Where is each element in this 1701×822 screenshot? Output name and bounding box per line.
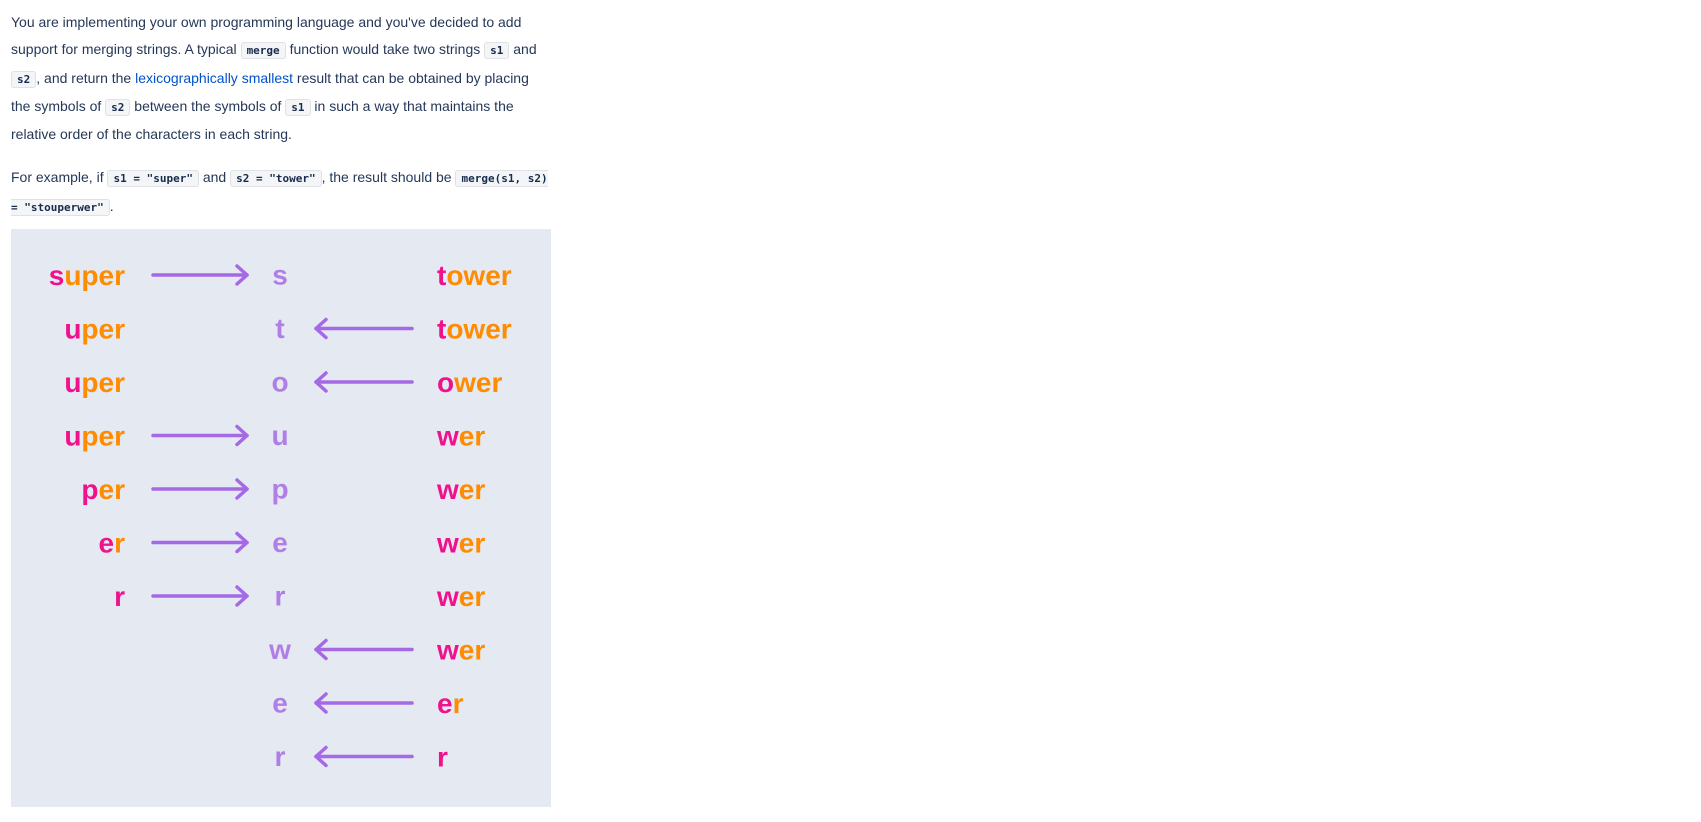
- arrow-right-4: [151, 424, 249, 447]
- output-char-1: s: [272, 260, 288, 291]
- text-span: between the symbols of: [130, 97, 286, 114]
- right-string-2-head: t: [437, 313, 446, 344]
- code-s1-assignment: s1 = "super": [107, 170, 199, 188]
- right-string-7-head: w: [436, 581, 459, 612]
- code-s1: s1: [285, 98, 311, 116]
- left-string-5: per: [81, 474, 125, 505]
- right-string-6-tail: er: [459, 527, 486, 558]
- output-char-6: e: [272, 527, 288, 558]
- left-string-7-head: r: [114, 581, 125, 612]
- output-char-10: r: [275, 741, 286, 772]
- arrow-left-10: [314, 745, 414, 768]
- left-string-3-head: u: [64, 367, 81, 398]
- left-string-3-tail: per: [81, 367, 125, 398]
- left-string-2-head: u: [64, 313, 81, 344]
- code-s1: s1: [484, 42, 510, 60]
- right-string-9-tail: r: [453, 688, 464, 719]
- text-span: .: [109, 197, 114, 214]
- right-string-4-tail: er: [459, 420, 486, 451]
- left-string-4-head: u: [64, 420, 81, 451]
- right-string-4-head: w: [436, 420, 459, 451]
- left-string-7: r: [114, 581, 125, 612]
- left-string-1-head: s: [49, 260, 65, 291]
- arrow-right-1: [151, 264, 249, 286]
- right-string-8: wer: [436, 634, 485, 665]
- left-string-4-tail: per: [81, 420, 125, 451]
- left-string-6-head: e: [99, 527, 115, 558]
- left-string-3: uper: [64, 367, 125, 398]
- text-span: function would take two strings: [285, 41, 485, 58]
- left-string-2: uper: [64, 313, 125, 344]
- right-string-10-head: r: [437, 741, 448, 772]
- right-string-2: tower: [437, 313, 512, 344]
- right-string-8-head: w: [436, 634, 459, 665]
- left-string-6: er: [99, 527, 126, 558]
- right-string-7-tail: er: [459, 581, 486, 612]
- merge-diagram: super s tower uper t tower uper o ower uper u wer pe…: [11, 229, 551, 807]
- right-string-1-head: t: [437, 260, 446, 291]
- text-span: and: [509, 41, 537, 58]
- arrow-right-7: [151, 585, 249, 607]
- output-char-2: t: [275, 313, 284, 344]
- code-s2-assignment: s2 = "tower": [230, 170, 322, 188]
- text-span: and: [198, 169, 231, 186]
- description-paragraph: You are implementing your own programmin…: [11, 9, 551, 148]
- right-string-3: ower: [437, 367, 502, 398]
- right-string-4: wer: [436, 420, 485, 451]
- right-string-9-head: e: [437, 688, 453, 719]
- text-span: , and return the: [36, 69, 136, 86]
- arrow-left-8: [314, 638, 414, 661]
- output-char-4: u: [271, 420, 288, 451]
- output-char-3: o: [271, 367, 288, 398]
- left-string-6-tail: r: [114, 527, 125, 558]
- output-char-5: p: [271, 474, 288, 505]
- left-string-1-tail: uper: [64, 260, 125, 291]
- arrow-left-9: [314, 692, 414, 714]
- arrow-right-5: [151, 478, 249, 500]
- right-string-3-head: o: [437, 367, 454, 398]
- right-string-10: r: [437, 741, 448, 772]
- left-string-2-tail: per: [81, 313, 125, 344]
- code-merge: merge: [240, 42, 286, 60]
- right-string-5-tail: er: [459, 474, 486, 505]
- left-string-5-tail: er: [99, 474, 126, 505]
- code-s2: s2: [11, 70, 37, 88]
- right-string-1-tail: ower: [446, 260, 511, 291]
- right-string-7: wer: [436, 581, 485, 612]
- example-paragraph: For example, if s1 = "super" and s2 = "t…: [11, 164, 551, 221]
- code-s2: s2: [105, 98, 131, 116]
- text-span: For example, if: [11, 169, 108, 186]
- left-string-1: super: [49, 260, 125, 291]
- right-string-1: tower: [437, 260, 512, 291]
- arrow-left-3: [314, 371, 414, 393]
- right-string-9: er: [437, 688, 464, 719]
- right-string-2-tail: ower: [446, 313, 511, 344]
- text-span: , the result should be: [321, 169, 456, 186]
- problem-statement: You are implementing your own programmin…: [11, 9, 551, 237]
- left-string-4: uper: [64, 420, 125, 451]
- lexicographically-smallest-link[interactable]: lexicographically smallest: [135, 70, 293, 86]
- right-string-5-head: w: [436, 474, 459, 505]
- left-string-5-head: p: [81, 474, 98, 505]
- merge-diagram-svg: super s toweruper t toweruper o oweruper u werpe…: [49, 260, 512, 773]
- output-char-8: w: [268, 634, 291, 665]
- output-char-7: r: [275, 581, 286, 612]
- right-string-8-tail: er: [459, 634, 486, 665]
- arrow-left-2: [314, 317, 414, 340]
- arrow-right-6: [151, 531, 249, 554]
- output-char-9: e: [272, 688, 288, 719]
- right-string-3-tail: wer: [453, 367, 502, 398]
- right-string-6: wer: [436, 527, 485, 558]
- right-string-6-head: w: [436, 527, 459, 558]
- right-string-5: wer: [436, 474, 485, 505]
